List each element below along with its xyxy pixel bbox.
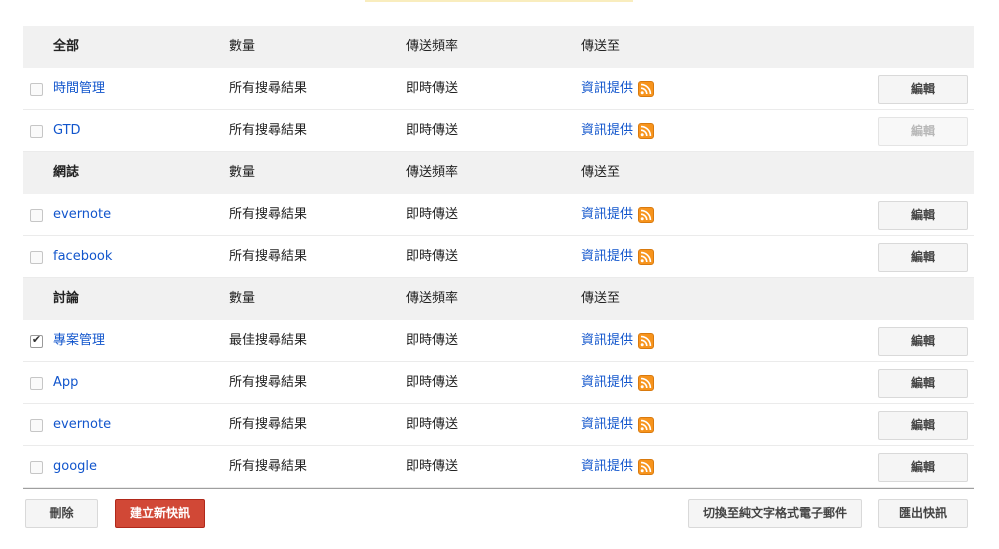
alert-row: facebook 所有搜尋結果 即時傳送 資訊提供 編輯 [23, 236, 974, 278]
alert-checkbox[interactable] [30, 83, 43, 96]
alert-name-link[interactable]: App [53, 362, 78, 404]
column-deliver-to-header: 傳送至 [581, 165, 621, 180]
column-deliver-to-header: 傳送至 [581, 291, 621, 306]
alert-quantity: 所有搜尋結果 [229, 249, 308, 264]
alert-name-link[interactable]: evernote [53, 404, 111, 446]
alert-checkbox[interactable] [30, 125, 43, 138]
rss-icon[interactable] [638, 375, 654, 391]
alert-row: GTD 所有搜尋結果 即時傳送 資訊提供 編輯 [23, 110, 974, 152]
alert-row: 時間管理 所有搜尋結果 即時傳送 資訊提供 編輯 [23, 68, 974, 110]
alert-frequency: 即時傳送 [406, 123, 459, 138]
feed-link[interactable]: 資訊提供 [581, 110, 633, 152]
rss-icon[interactable] [638, 417, 654, 433]
alert-frequency: 即時傳送 [406, 375, 459, 390]
delete-button[interactable]: 刪除 [25, 499, 98, 528]
group-header: 網誌 數量 傳送頻率 傳送至 [23, 152, 974, 194]
column-frequency-header: 傳送頻率 [406, 291, 459, 306]
feed-link[interactable]: 資訊提供 [581, 320, 633, 362]
edit-button[interactable]: 編輯 [878, 453, 968, 482]
alert-checkbox[interactable] [30, 251, 43, 264]
rss-icon[interactable] [638, 459, 654, 475]
alert-row: evernote 所有搜尋結果 即時傳送 資訊提供 編輯 [23, 404, 974, 446]
alert-checkbox[interactable] [30, 461, 43, 474]
alert-quantity: 最佳搜尋結果 [229, 333, 308, 348]
alert-name-link[interactable]: facebook [53, 236, 112, 278]
alert-frequency: 即時傳送 [406, 417, 459, 432]
edit-button[interactable]: 編輯 [878, 201, 968, 230]
rss-icon[interactable] [638, 123, 654, 139]
alert-frequency: 即時傳送 [406, 81, 459, 96]
alert-row: google 所有搜尋結果 即時傳送 資訊提供 編輯 [23, 446, 974, 488]
alert-checkbox[interactable] [30, 209, 43, 222]
alert-name-link[interactable]: evernote [53, 194, 111, 236]
alert-name-link[interactable]: 時間管理 [53, 68, 105, 110]
checkmark-icon: ✔ [31, 333, 42, 346]
rss-icon[interactable] [638, 81, 654, 97]
alert-frequency: 即時傳送 [406, 333, 459, 348]
switch-plain-text-button[interactable]: 切換至純文字格式電子郵件 [688, 499, 862, 528]
group-title: 討論 [53, 291, 80, 306]
alert-checkbox[interactable] [30, 377, 43, 390]
column-frequency-header: 傳送頻率 [406, 165, 459, 180]
alerts-table: 全部 數量 傳送頻率 傳送至 時間管理 所有搜尋結果 即時傳送 資訊提供 編輯 GTD 所有搜尋結果… [23, 26, 974, 488]
column-deliver-to-header: 傳送至 [581, 39, 621, 54]
alert-quantity: 所有搜尋結果 [229, 123, 308, 138]
export-alerts-button[interactable]: 匯出快訊 [878, 499, 968, 528]
alert-checkbox[interactable] [30, 419, 43, 432]
edit-button[interactable]: 編輯 [878, 411, 968, 440]
alert-quantity: 所有搜尋結果 [229, 81, 308, 96]
column-quantity-header: 數量 [229, 39, 256, 54]
alert-quantity: 所有搜尋結果 [229, 459, 308, 474]
column-quantity-header: 數量 [229, 291, 256, 306]
edit-button[interactable]: 編輯 [878, 75, 968, 104]
feed-link[interactable]: 資訊提供 [581, 404, 633, 446]
column-quantity-header: 數量 [229, 165, 256, 180]
alert-frequency: 即時傳送 [406, 459, 459, 474]
alert-quantity: 所有搜尋結果 [229, 375, 308, 390]
column-frequency-header: 傳送頻率 [406, 39, 459, 54]
alert-quantity: 所有搜尋結果 [229, 207, 308, 222]
alert-row: ✔ 專案管理 最佳搜尋結果 即時傳送 資訊提供 編輯 [23, 320, 974, 362]
alert-name-link[interactable]: 專案管理 [53, 320, 105, 362]
alert-name-link[interactable]: GTD [53, 110, 81, 152]
feed-link[interactable]: 資訊提供 [581, 446, 633, 488]
feed-link[interactable]: 資訊提供 [581, 362, 633, 404]
alert-checkbox[interactable]: ✔ [30, 333, 43, 348]
alert-frequency: 即時傳送 [406, 249, 459, 264]
edit-button[interactable]: 編輯 [878, 117, 968, 146]
group-header: 討論 數量 傳送頻率 傳送至 [23, 278, 974, 320]
notification-strip [365, 0, 633, 2]
rss-icon[interactable] [638, 249, 654, 265]
edit-button[interactable]: 編輯 [878, 243, 968, 272]
create-alert-button[interactable]: 建立新快訊 [115, 499, 205, 528]
feed-link[interactable]: 資訊提供 [581, 236, 633, 278]
footer-divider [23, 488, 974, 489]
group-title: 網誌 [53, 165, 80, 180]
group-title: 全部 [53, 39, 80, 54]
group-header: 全部 數量 傳送頻率 傳送至 [23, 26, 974, 68]
alert-row: App 所有搜尋結果 即時傳送 資訊提供 編輯 [23, 362, 974, 404]
rss-icon[interactable] [638, 207, 654, 223]
alert-name-link[interactable]: google [53, 446, 97, 488]
alert-quantity: 所有搜尋結果 [229, 417, 308, 432]
alert-row: evernote 所有搜尋結果 即時傳送 資訊提供 編輯 [23, 194, 974, 236]
alert-frequency: 即時傳送 [406, 207, 459, 222]
feed-link[interactable]: 資訊提供 [581, 68, 633, 110]
edit-button[interactable]: 編輯 [878, 369, 968, 398]
feed-link[interactable]: 資訊提供 [581, 194, 633, 236]
edit-button[interactable]: 編輯 [878, 327, 968, 356]
rss-icon[interactable] [638, 333, 654, 349]
